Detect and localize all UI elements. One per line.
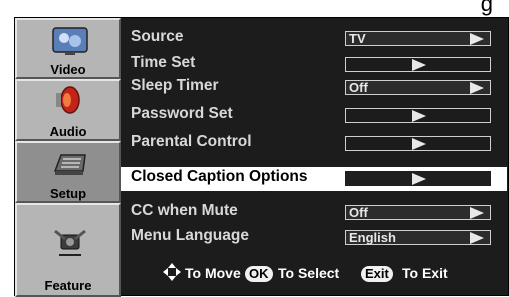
page-header-fragment: g (0, 0, 509, 17)
satellite-icon (54, 229, 86, 256)
menu-row-label: Closed Caption Options (131, 168, 308, 185)
time-set-value-box[interactable] (345, 57, 491, 72)
navigation-arrows-icon (163, 263, 181, 281)
tv-osd-menu: Video Audio Setup Feature Source TV Time… (14, 17, 509, 297)
menu-row-closed-caption-options[interactable]: Closed Caption Options (121, 167, 507, 191)
sleep-timer-value-box[interactable]: Off (345, 80, 491, 95)
move-hint-text: To Move (185, 265, 241, 281)
source-value-box[interactable]: TV (345, 31, 491, 46)
select-hint-text: To Select (278, 265, 340, 281)
menu-row-parental-control[interactable]: Parental Control (131, 132, 507, 156)
sidebar-item-label: Setup (49, 186, 87, 201)
menu-row-label: Source (131, 28, 184, 45)
arrow-right-icon (470, 82, 484, 94)
arrow-right-icon (470, 33, 484, 45)
arrow-right-icon (412, 110, 426, 122)
closed-caption-value-box[interactable] (345, 171, 491, 186)
speaker-icon (56, 86, 80, 114)
sidebar-item-feature[interactable]: Feature (15, 203, 121, 297)
arrow-right-icon (412, 59, 426, 71)
menu-row-time-set[interactable]: Time Set (131, 53, 507, 77)
sidebar-item-label: Video (50, 62, 86, 77)
password-set-value-box[interactable] (345, 108, 491, 123)
parental-control-value-box[interactable] (345, 136, 491, 151)
cc-when-mute-value-box[interactable]: Off (345, 205, 491, 220)
sidebar-item-setup[interactable]: Setup (15, 141, 121, 203)
sleep-timer-value: Off (349, 80, 368, 95)
menu-row-label: CC when Mute (131, 202, 238, 219)
arrow-right-icon (470, 232, 484, 244)
sidebar-item-audio[interactable]: Audio (15, 79, 121, 141)
sidebar-item-label: Audio (49, 124, 87, 139)
menu-row-label: Menu Language (131, 227, 249, 244)
menu-language-value-box[interactable]: English (345, 230, 491, 245)
menu-row-password-set[interactable]: Password Set (131, 104, 507, 128)
source-value: TV (349, 31, 366, 46)
navigation-hint: To Move OK To Select Exit To Exit (121, 259, 509, 287)
exit-key-badge: Exit (361, 266, 393, 282)
menu-language-value: English (349, 230, 396, 245)
menu-row-label: Password Set (131, 105, 233, 122)
sidebar-item-video[interactable]: Video (15, 18, 121, 79)
menu-row-label: Time Set (131, 54, 196, 71)
sidebar: Video Audio Setup Feature (15, 18, 121, 297)
menu-row-menu-language[interactable]: Menu Language English (131, 226, 507, 250)
arrow-right-icon (412, 138, 426, 150)
cc-when-mute-value: Off (349, 205, 368, 220)
menu-row-label: Sleep Timer (131, 77, 219, 94)
keyboard-icon (53, 154, 86, 175)
sidebar-item-label: Feature (44, 278, 92, 293)
ok-key-badge: OK (245, 266, 273, 282)
menu-row-label: Parental Control (131, 133, 252, 150)
header-text: g (480, 0, 493, 16)
menu-row-sleep-timer[interactable]: Sleep Timer Off (131, 76, 507, 100)
exit-hint-text: To Exit (402, 265, 448, 281)
video-icon (52, 27, 88, 55)
arrow-right-icon (412, 173, 426, 185)
arrow-right-icon (470, 207, 484, 219)
menu-row-source[interactable]: Source TV (131, 27, 507, 51)
menu-row-cc-when-mute[interactable]: CC when Mute Off (131, 201, 507, 225)
